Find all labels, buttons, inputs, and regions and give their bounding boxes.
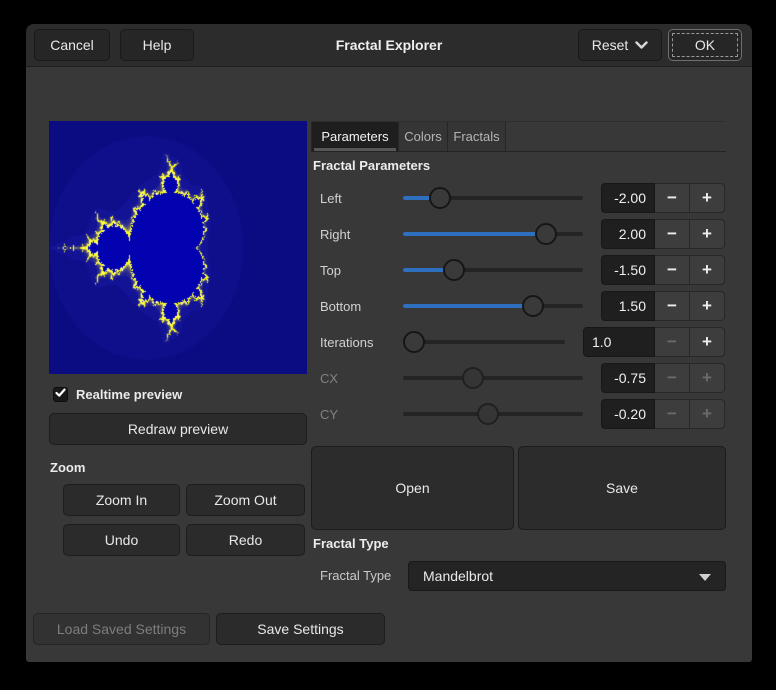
iterations-decrement-button: − — [655, 327, 690, 357]
load-saved-settings-button: Load Saved Settings — [33, 613, 210, 645]
fractal-explorer-dialog: Cancel Help Fractal Explorer Reset OK Re… — [26, 24, 752, 662]
realtime-preview-label: Realtime preview — [76, 387, 182, 402]
reset-button-label: Reset — [592, 37, 629, 53]
cx-label: CX — [311, 371, 394, 386]
right-slider[interactable] — [403, 219, 583, 249]
right-slider-thumb[interactable] — [535, 223, 557, 245]
realtime-preview-row: Realtime preview — [53, 385, 182, 403]
bottom-increment-button[interactable]: + — [690, 291, 725, 321]
iterations-value-entry[interactable]: 1.0 — [583, 327, 655, 357]
titlebar[interactable]: Cancel Help Fractal Explorer Reset OK — [26, 24, 752, 67]
left-slider-thumb[interactable] — [429, 187, 451, 209]
top-slider-thumb[interactable] — [443, 259, 465, 281]
iterations-label: Iterations — [311, 335, 394, 350]
cx-slider-thumb — [462, 367, 484, 389]
cy-slider-thumb — [477, 403, 499, 425]
redraw-preview-button[interactable]: Redraw preview — [49, 413, 307, 445]
bottom-slider[interactable] — [403, 291, 583, 321]
cx-slider-track — [403, 376, 583, 380]
right-increment-button[interactable]: + — [690, 219, 725, 249]
right-label: Right — [311, 227, 394, 242]
cx-increment-button: + — [690, 363, 725, 393]
cx-decrement-button: − — [655, 363, 690, 393]
tab-fractals[interactable]: Fractals — [448, 122, 506, 151]
chevron-down-icon — [635, 37, 648, 53]
zoom-section-heading: Zoom — [50, 460, 85, 475]
help-button[interactable]: Help — [120, 29, 194, 61]
slider-row-right: Right 2.00−+ — [311, 219, 726, 249]
iterations-increment-button[interactable]: + — [690, 327, 725, 357]
slider-row-cy: CY -0.20−+ — [311, 399, 726, 429]
fractal-type-label: Fractal Type — [320, 568, 391, 583]
slider-row-top: Top -1.50−+ — [311, 255, 726, 285]
fractal-parameters-heading: Fractal Parameters — [313, 158, 430, 173]
tab-colors[interactable]: Colors — [399, 122, 448, 151]
fractal-type-dropdown[interactable]: Mandelbrot — [408, 561, 726, 591]
save-settings-button[interactable]: Save Settings — [216, 613, 385, 645]
cx-slider — [403, 363, 583, 393]
dropdown-arrow-icon — [699, 574, 711, 581]
cy-label: CY — [311, 407, 394, 422]
fractal-preview[interactable] — [49, 121, 307, 374]
left-decrement-button[interactable]: − — [655, 183, 690, 213]
open-button[interactable]: Open — [311, 446, 514, 530]
left-value-entry[interactable]: -2.00 — [601, 183, 655, 213]
cy-value-entry: -0.20 — [601, 399, 655, 429]
top-slider[interactable] — [403, 255, 583, 285]
bottom-label: Bottom — [311, 299, 394, 314]
top-decrement-button[interactable]: − — [655, 255, 690, 285]
iterations-slider-track — [403, 340, 565, 344]
top-value-entry[interactable]: -1.50 — [601, 255, 655, 285]
cancel-button[interactable]: Cancel — [34, 29, 110, 61]
tab-bar: ParametersColorsFractals — [311, 121, 726, 152]
left-label: Left — [311, 191, 394, 206]
right-slider-fill — [403, 232, 546, 236]
save-button[interactable]: Save — [518, 446, 726, 530]
undo-button[interactable]: Undo — [63, 524, 180, 556]
tab-parameters[interactable]: Parameters — [311, 122, 399, 151]
fractal-type-heading: Fractal Type — [313, 536, 389, 551]
bottom-decrement-button[interactable]: − — [655, 291, 690, 321]
left-slider[interactable] — [403, 183, 583, 213]
slider-rows: Left-2.00−+Right2.00−+Top-1.50−+Bottom1.… — [311, 183, 726, 435]
right-decrement-button[interactable]: − — [655, 219, 690, 249]
slider-row-cx: CX -0.75−+ — [311, 363, 726, 393]
iterations-slider-thumb[interactable] — [403, 331, 425, 353]
cy-decrement-button: − — [655, 399, 690, 429]
right-value-entry[interactable]: 2.00 — [601, 219, 655, 249]
ok-button[interactable]: OK — [668, 29, 742, 61]
realtime-preview-checkbox[interactable] — [53, 387, 68, 402]
bottom-value-entry[interactable]: 1.50 — [601, 291, 655, 321]
top-label: Top — [311, 263, 394, 278]
slider-row-bottom: Bottom 1.50−+ — [311, 291, 726, 321]
bottom-slider-thumb[interactable] — [522, 295, 544, 317]
slider-row-left: Left -2.00−+ — [311, 183, 726, 213]
top-increment-button[interactable]: + — [690, 255, 725, 285]
redo-button[interactable]: Redo — [186, 524, 305, 556]
cy-slider — [403, 399, 583, 429]
reset-button[interactable]: Reset — [578, 29, 662, 61]
bottom-slider-fill — [403, 304, 533, 308]
cy-increment-button: + — [690, 399, 725, 429]
zoom-out-button[interactable]: Zoom Out — [186, 484, 305, 516]
iterations-slider[interactable] — [403, 327, 565, 357]
cx-value-entry: -0.75 — [601, 363, 655, 393]
fractal-type-selected-value: Mandelbrot — [423, 568, 493, 584]
checkmark-icon — [55, 385, 66, 403]
slider-row-iterations: Iterations 1.0−+ — [311, 327, 726, 357]
zoom-in-button[interactable]: Zoom In — [63, 484, 180, 516]
left-increment-button[interactable]: + — [690, 183, 725, 213]
